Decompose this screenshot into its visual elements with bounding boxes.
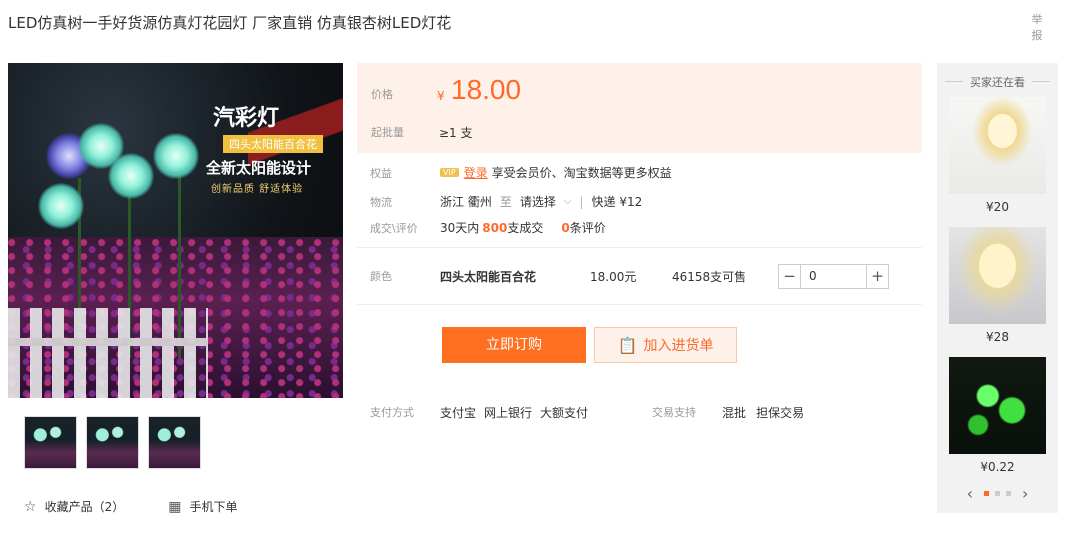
quantity-stepper: − 0 + xyxy=(778,263,889,289)
logistics-row: 物流 浙江 衢州 至 请选择 ⌵ | 快递 ¥12 xyxy=(370,193,642,210)
recommend-image[interactable] xyxy=(949,357,1046,454)
chevron-down-icon[interactable]: ⌵ xyxy=(564,196,572,207)
increase-button[interactable]: + xyxy=(866,264,888,288)
add-to-cart-label: 加入进货单 xyxy=(643,338,714,354)
thumbnail[interactable] xyxy=(148,416,201,469)
rights-label: 权益 xyxy=(370,166,392,180)
recommend-image[interactable] xyxy=(949,227,1046,324)
report-link[interactable]: 举报 xyxy=(1030,12,1044,44)
payment-method: 支付宝 xyxy=(440,406,477,420)
moq-value: ≥1 支 xyxy=(439,126,473,140)
pager-dot[interactable] xyxy=(984,491,989,496)
mobile-order-button[interactable]: ▦ 手机下单 xyxy=(168,498,237,515)
thumbnail[interactable] xyxy=(24,416,77,469)
recommend-sidebar: 买家还在看 ¥20 ¥28 ¥0.22 ‹ › xyxy=(937,63,1058,513)
image-subtitle: 全新太阳能设计 xyxy=(206,159,312,177)
quantity-input[interactable]: 0 xyxy=(801,269,866,283)
shipping-fee: 快递 ¥12 xyxy=(591,195,643,209)
thumbnail[interactable] xyxy=(86,416,139,469)
destination-select[interactable]: 请选择 xyxy=(520,193,556,210)
price-value: 18.00 xyxy=(451,74,522,105)
price-label: 价格 xyxy=(371,88,393,101)
section-divider xyxy=(357,247,922,248)
price-panel: 价格 ¥ 18.00 起批量 ≥1 支 xyxy=(357,63,922,153)
review-count[interactable]: 0 xyxy=(561,221,569,235)
sold-count: 800 xyxy=(482,220,508,235)
payment-method: 网上银行 xyxy=(484,406,533,420)
image-headline: 汽彩灯 xyxy=(213,105,280,131)
star-icon: ☆ xyxy=(24,498,37,515)
color-label: 颜色 xyxy=(370,270,392,283)
white-fence xyxy=(8,308,208,398)
days-label: 30天内 xyxy=(440,221,480,235)
recommend-price: ¥28 xyxy=(986,330,1009,344)
payment-method: 大额支付 xyxy=(540,406,589,420)
recommend-price: ¥0.22 xyxy=(980,460,1015,474)
sku-name: 四头太阳能百合花 xyxy=(440,269,537,284)
main-product-image[interactable]: 汽彩灯 四头太阳能百合花 全新太阳能设计 创新品质 舒适体验 xyxy=(8,63,343,398)
sidebar-title: 买家还在看 xyxy=(937,74,1058,90)
footer-actions: ☆ 收藏产品（2） ▦ 手机下单 xyxy=(24,498,281,515)
sku-row: 颜色 四头太阳能百合花 18.00元 46158支可售 − 0 + xyxy=(370,263,910,289)
rights-row: 权益 VIP 登录 享受会员价、淘宝数据等更多权益 xyxy=(370,164,672,181)
trade-support-label: 交易支持 xyxy=(652,406,697,419)
trade-label: 成交\评价 xyxy=(370,221,418,235)
vip-badge: VIP xyxy=(440,168,459,177)
lily-flower xyxy=(108,153,154,199)
product-title: LED仿真树一手好货源仿真灯花园灯 厂家直销 仿真银杏树LED灯花 xyxy=(8,14,452,32)
recommend-price: ¥20 xyxy=(986,200,1009,214)
image-slogan: 创新品质 舒适体验 xyxy=(211,184,304,195)
review-suffix[interactable]: 条评价 xyxy=(570,219,606,236)
lily-flower xyxy=(153,133,199,179)
login-link[interactable]: 登录 xyxy=(464,164,488,181)
pager-dot[interactable] xyxy=(995,491,1000,496)
image-tag: 四头太阳能百合花 xyxy=(223,135,323,153)
recommend-item[interactable]: ¥28 xyxy=(949,227,1046,344)
recommend-image[interactable] xyxy=(949,97,1046,194)
qr-code-icon: ▦ xyxy=(168,498,182,515)
mobile-order-label: 手机下单 xyxy=(189,500,238,514)
recommend-item[interactable]: ¥20 xyxy=(949,97,1046,214)
add-to-cart-button[interactable]: 📋 加入进货单 xyxy=(594,327,737,363)
decrease-button[interactable]: − xyxy=(779,264,801,288)
chevron-right-icon[interactable]: › xyxy=(1022,484,1028,503)
moq-label: 起批量 xyxy=(371,126,404,139)
trade-support-item: 担保交易 xyxy=(756,406,805,420)
favorite-button[interactable]: ☆ 收藏产品（2） xyxy=(24,498,124,515)
to-label: 至 xyxy=(499,195,512,209)
rights-text: 享受会员价、淘宝数据等更多权益 xyxy=(491,166,672,180)
recommend-item[interactable]: ¥0.22 xyxy=(949,357,1046,474)
buy-now-button[interactable]: 立即订购 xyxy=(442,327,586,363)
payment-row: 支付方式 支付宝 网上银行 大额支付 交易支持 混批 担保交易 xyxy=(370,404,812,421)
sku-price: 18.00元 xyxy=(590,269,637,284)
sold-suffix: 支成交 xyxy=(507,221,544,235)
sidebar-pager: ‹ › xyxy=(937,484,1058,503)
payment-label: 支付方式 xyxy=(370,406,414,419)
thumbnail-strip xyxy=(24,416,201,469)
sku-stock: 46158支可售 xyxy=(672,269,747,284)
lily-flower xyxy=(38,183,84,229)
section-divider xyxy=(357,304,922,305)
favorite-label: 收藏产品（2） xyxy=(44,500,125,514)
divider-bar: | xyxy=(579,194,584,209)
logistics-label: 物流 xyxy=(370,195,392,209)
price-currency: ¥ xyxy=(437,89,445,103)
pager-dot[interactable] xyxy=(1006,491,1011,496)
clipboard-icon: 📋 xyxy=(617,335,638,355)
trade-row: 成交\评价 30天内 800 支成交 0 条评价 xyxy=(370,219,606,236)
chevron-left-icon[interactable]: ‹ xyxy=(967,484,973,503)
origin-location: 浙江 衢州 xyxy=(440,195,492,209)
trade-support-item: 混批 xyxy=(722,406,747,420)
